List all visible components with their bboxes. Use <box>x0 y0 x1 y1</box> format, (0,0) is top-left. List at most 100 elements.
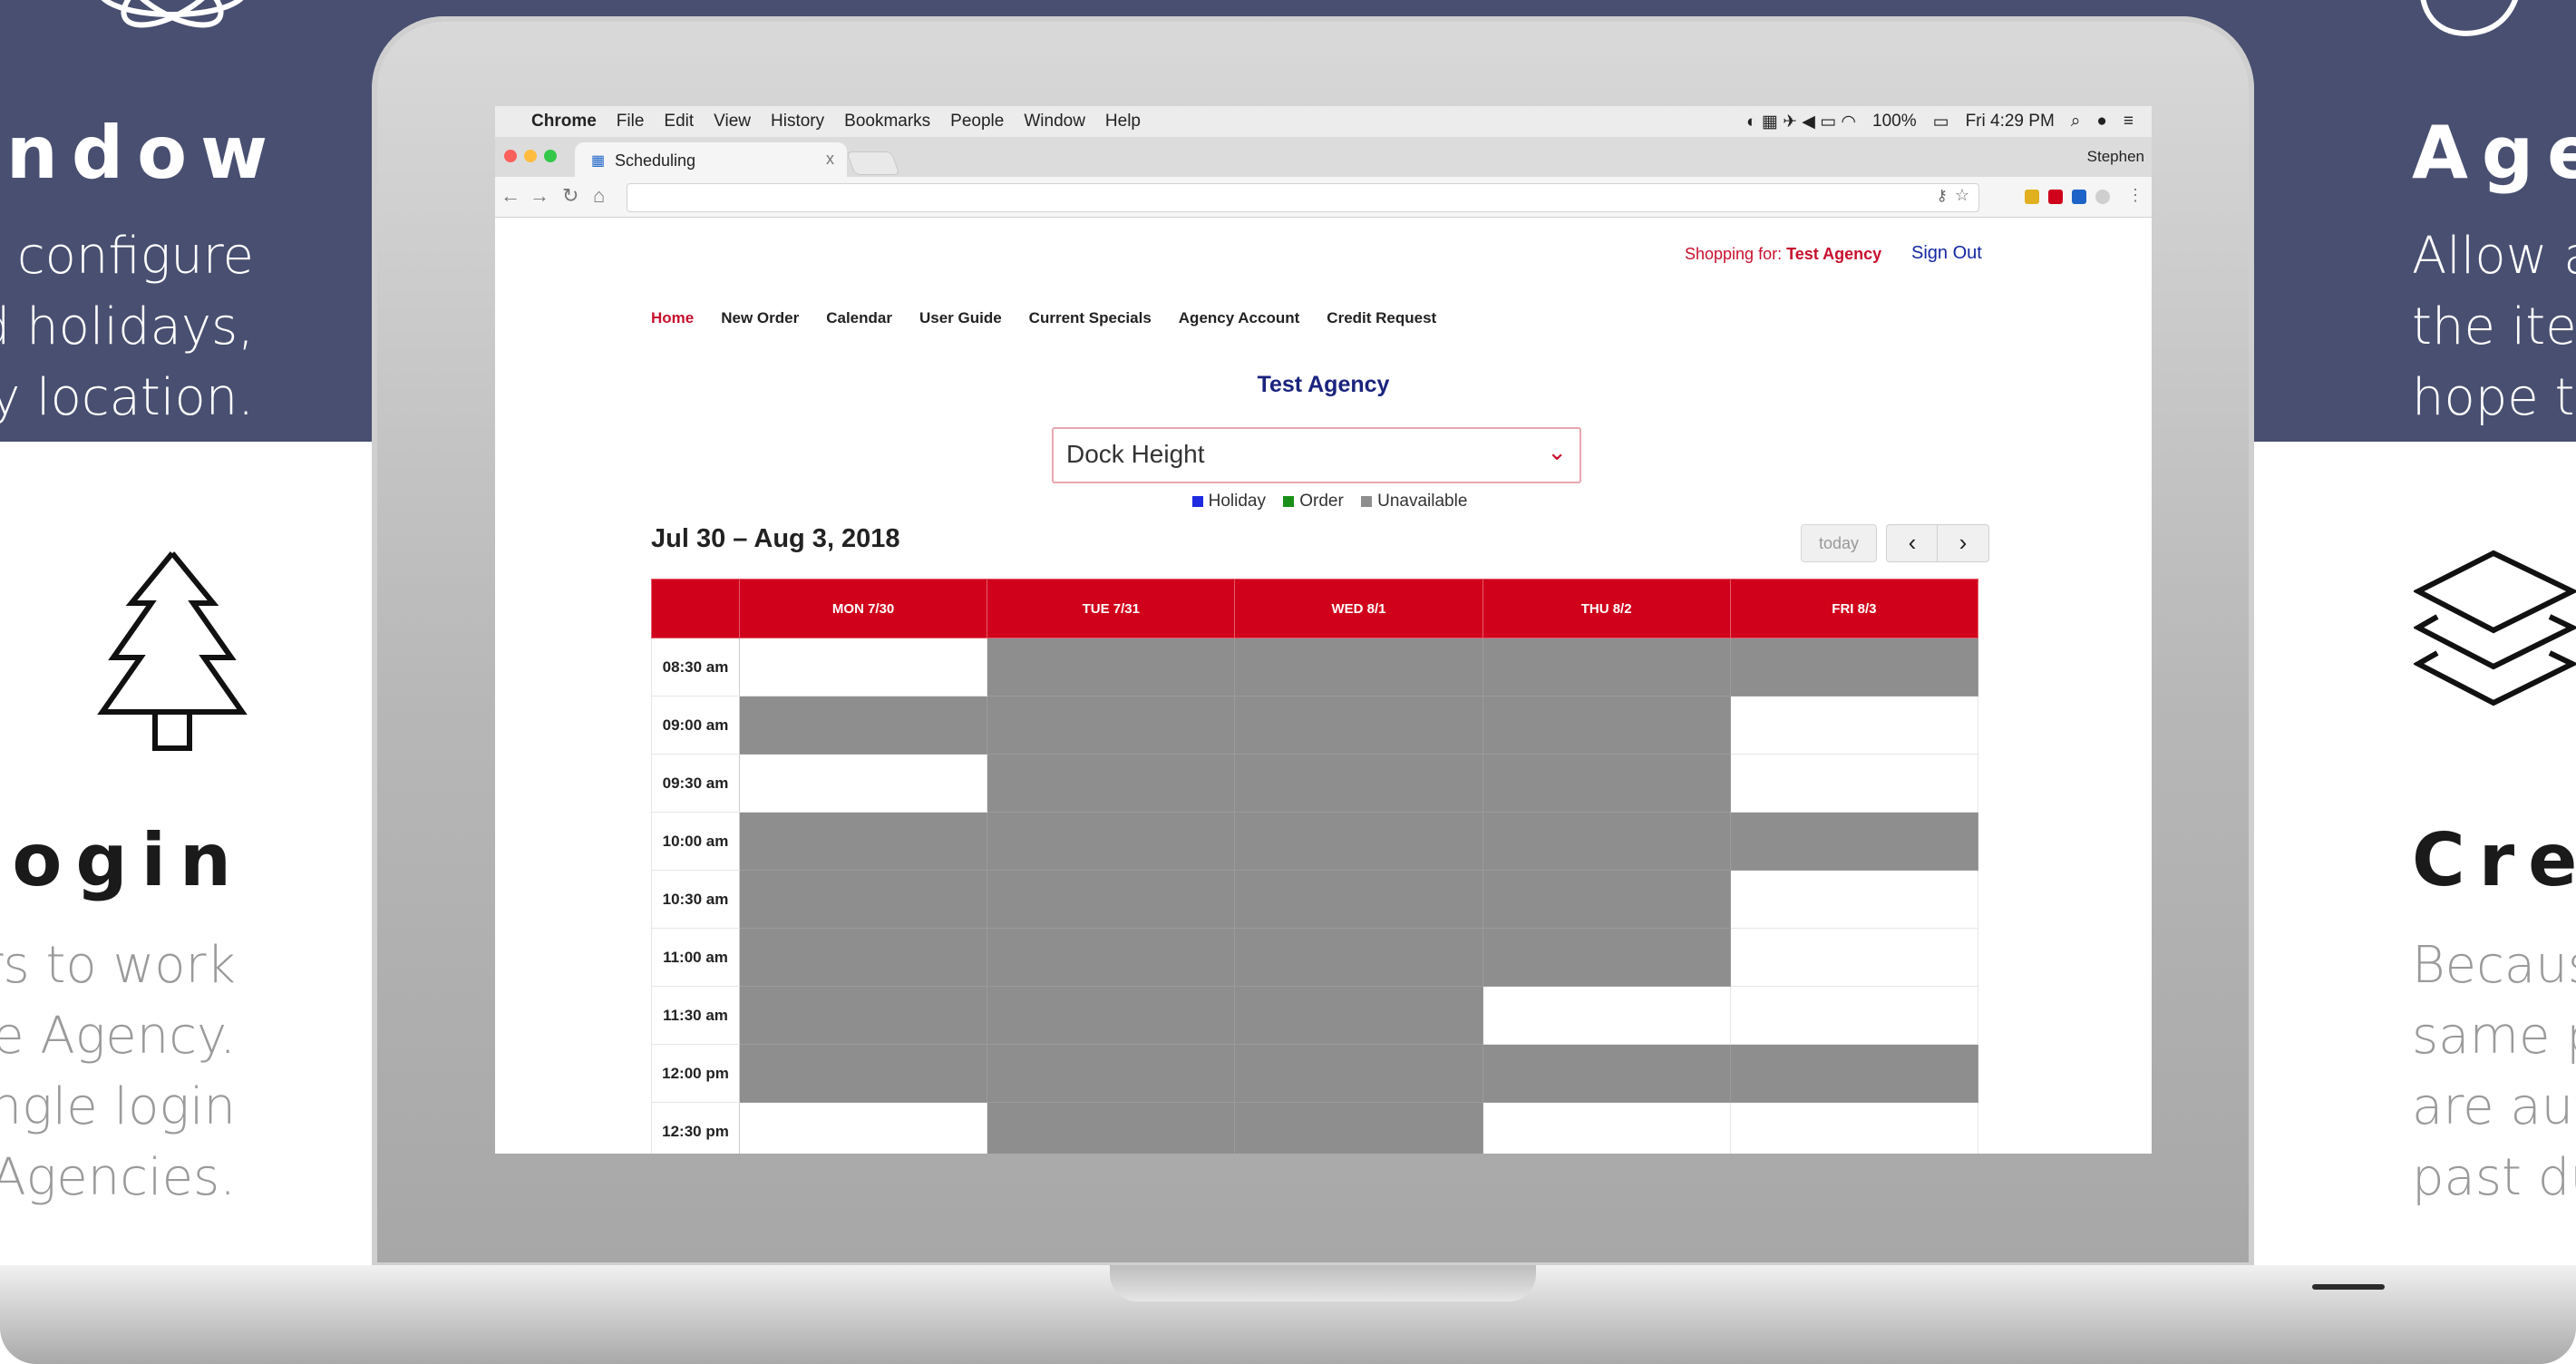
available-slot[interactable] <box>1729 986 1979 1045</box>
back-icon[interactable]: ← <box>501 184 520 208</box>
unavailable-slot <box>987 1102 1236 1154</box>
bookmark-star-icon[interactable]: ☆ <box>1955 186 1969 205</box>
siri-icon[interactable]: ● <box>2096 112 2106 132</box>
home-icon[interactable]: ⌂ <box>593 184 605 208</box>
nav-credit-request[interactable]: Credit Request <box>1327 309 1436 327</box>
feature-desc-credit: Becaus same p are aut past du <box>2412 936 2576 1207</box>
unavailable-slot <box>987 754 1236 813</box>
tab-scheduling[interactable]: ▦ Scheduling x <box>575 142 847 177</box>
zoom-window-button[interactable] <box>544 150 557 162</box>
extension-icon-1[interactable] <box>2025 190 2039 204</box>
nav-current-specials[interactable]: Current Specials <box>1029 309 1152 327</box>
nav-home[interactable]: Home <box>651 309 694 327</box>
menu-view[interactable]: View <box>714 112 751 132</box>
feature-desc-window: y configure d holidays, y location. <box>0 227 254 427</box>
day-header[interactable]: MON 7/30 <box>738 579 988 638</box>
menu-window[interactable]: Window <box>1024 112 1085 132</box>
unavailable-slot <box>1482 696 1731 755</box>
calendar-row: 12:30 pm <box>651 1102 1979 1154</box>
unavailable-slot <box>1234 638 1483 697</box>
menu-help[interactable]: Help <box>1105 112 1141 132</box>
time-axis-header <box>651 579 740 638</box>
unavailable-slot <box>987 1044 1236 1103</box>
extension-icon-2[interactable] <box>2048 190 2063 204</box>
time-label: 12:30 pm <box>651 1102 740 1154</box>
order-swatch <box>1283 495 1295 507</box>
week-calendar: MON 7/30 TUE 7/31 WED 8/1 THU 8/2 FRI 8/… <box>651 579 1979 1154</box>
menu-bookmarks[interactable]: Bookmarks <box>844 112 930 132</box>
forward-icon[interactable]: → <box>530 184 549 208</box>
menu-edit[interactable]: Edit <box>664 112 694 132</box>
clock-text[interactable]: Fri 4:29 PM <box>1966 112 2055 132</box>
unavailable-slot <box>987 638 1236 697</box>
nav-new-order[interactable]: New Order <box>721 309 799 327</box>
day-header[interactable]: FRI 8/3 <box>1729 579 1979 638</box>
close-window-button[interactable] <box>504 150 517 162</box>
feature-title-agency: Age <box>2412 111 2576 195</box>
day-header[interactable]: TUE 7/31 <box>987 579 1236 638</box>
status-icons[interactable]: ◐ ▦ ✈ ◀ ▭ ◠ <box>1746 112 1856 132</box>
unavailable-slot <box>987 812 1236 871</box>
battery-text[interactable]: 100% <box>1872 112 1917 132</box>
day-header[interactable]: THU 8/2 <box>1482 579 1731 638</box>
nav-calendar[interactable]: Calendar <box>826 309 892 327</box>
unavailable-slot <box>987 986 1236 1045</box>
reload-icon[interactable]: ↻ <box>562 184 578 208</box>
time-label: 11:00 am <box>651 928 740 987</box>
profile-name[interactable]: Stephen <box>2087 148 2144 166</box>
calendar-row: 12:00 pm <box>651 1044 1979 1103</box>
available-slot[interactable] <box>1482 986 1731 1045</box>
next-week-button[interactable]: › <box>1937 524 1989 562</box>
available-slot[interactable] <box>1729 928 1979 987</box>
notification-center-icon[interactable]: ≡ <box>2124 112 2134 132</box>
chevron-down-icon: ⌄ <box>1547 438 1567 465</box>
unavailable-slot <box>1482 638 1731 697</box>
calendar-row: 09:30 am <box>651 754 1979 813</box>
unavailable-slot <box>738 986 988 1045</box>
spotlight-icon[interactable]: ⌕ <box>2071 112 2081 132</box>
nav-user-guide[interactable]: User Guide <box>919 309 1002 327</box>
unavailable-slot <box>1234 986 1483 1045</box>
shopping-label: Shopping for: <box>1685 245 1783 263</box>
sign-out-link[interactable]: Sign Out <box>1911 243 1982 264</box>
available-slot[interactable] <box>738 754 988 813</box>
address-bar[interactable]: ⚷ ☆ <box>627 183 1979 212</box>
unavailable-slot <box>987 696 1236 755</box>
available-slot[interactable] <box>1729 696 1979 755</box>
extension-icon-4[interactable] <box>2095 190 2110 204</box>
laptop-indicator <box>2312 1284 2385 1290</box>
menu-people[interactable]: People <box>950 112 1004 132</box>
day-header[interactable]: WED 8/1 <box>1234 579 1483 638</box>
extension-icon-3[interactable] <box>2072 190 2086 204</box>
available-slot[interactable] <box>738 638 988 697</box>
layers-icon <box>2414 550 2576 706</box>
minimize-window-button[interactable] <box>524 150 537 162</box>
key-icon[interactable]: ⚷ <box>1937 187 1948 205</box>
legend-unavailable: Unavailable <box>1377 492 1468 511</box>
tab-close-icon[interactable]: x <box>826 150 834 169</box>
available-slot[interactable] <box>738 1102 988 1154</box>
time-label: 09:00 am <box>651 696 740 755</box>
prev-week-button[interactable]: ‹ <box>1886 524 1939 562</box>
calendar-row: 11:30 am <box>651 986 1979 1045</box>
calendar-row: 09:00 am <box>651 696 1979 755</box>
location-select[interactable]: Dock Height ⌄ <box>1052 427 1581 483</box>
menu-history[interactable]: History <box>771 112 824 132</box>
battery-icon[interactable]: ▭ <box>1933 112 1949 132</box>
nav-agency-account[interactable]: Agency Account <box>1179 309 1300 327</box>
available-slot[interactable] <box>1729 870 1979 929</box>
date-range-title: Jul 30 – Aug 3, 2018 <box>651 524 900 553</box>
calendar-legend: Holiday Order Unavailable <box>495 492 2152 512</box>
available-slot[interactable] <box>1729 1102 1979 1154</box>
today-button[interactable]: today <box>1801 524 1877 562</box>
calendar-header-row: MON 7/30 TUE 7/31 WED 8/1 THU 8/2 FRI 8/… <box>651 579 1979 638</box>
browser-toolbar: ← → ↻ ⌂ ⚷ ☆ ⋮ <box>495 177 2152 218</box>
legend-order: Order <box>1299 492 1344 511</box>
new-tab-button[interactable] <box>846 151 900 175</box>
feature-desc-login: rs to work e Agency. ngle login Agencies… <box>0 936 236 1207</box>
available-slot[interactable] <box>1482 1102 1731 1154</box>
menu-chrome[interactable]: Chrome <box>531 112 597 132</box>
available-slot[interactable] <box>1729 754 1979 813</box>
chrome-menu-icon[interactable]: ⋮ <box>2127 186 2143 205</box>
menu-file[interactable]: File <box>617 112 645 132</box>
